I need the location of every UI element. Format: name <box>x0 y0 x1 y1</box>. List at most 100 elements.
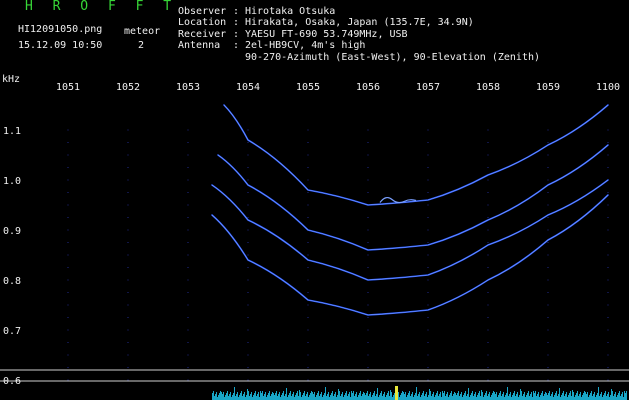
signal-bar-sample <box>249 396 250 400</box>
signal-bar-sample <box>445 396 446 400</box>
signal-bar-sample <box>458 391 459 400</box>
signal-bar-sample <box>471 393 472 400</box>
grid-dot <box>607 142 609 143</box>
grid-dot <box>127 229 129 231</box>
signal-bar-sample <box>537 394 538 400</box>
signal-bar-sample <box>615 392 616 400</box>
signal-bar-sample <box>341 394 342 400</box>
grid-dot <box>187 192 189 193</box>
grid-dot <box>487 354 489 356</box>
signal-bar-sample <box>346 391 347 400</box>
grid-dot <box>247 229 249 231</box>
signal-bar-sample <box>535 391 536 400</box>
grid-dot <box>607 267 609 268</box>
grid-dot <box>307 204 309 206</box>
signal-bar-sample <box>474 394 475 400</box>
signal-bar-sample <box>264 394 265 400</box>
signal-bar-sample <box>510 392 511 400</box>
signal-bar-sample <box>274 395 275 400</box>
signal-bar-sample <box>493 391 494 400</box>
signal-bar-sample <box>600 394 601 400</box>
signal-bar-sample <box>222 394 223 400</box>
signal-bar-sample <box>572 390 573 400</box>
signal-bar-sample <box>452 396 453 400</box>
signal-bar-sample <box>519 395 520 400</box>
signal-bar-sample <box>460 394 461 400</box>
signal-bar-sample <box>494 392 495 400</box>
signal-bar-sample <box>352 393 353 400</box>
signal-bar-sample <box>398 392 399 400</box>
signal-bar-sample <box>288 395 289 400</box>
grid-dot <box>607 354 609 356</box>
signal-bar-sample <box>368 396 369 400</box>
signal-bar-sample <box>272 392 273 400</box>
grid-dot <box>127 217 129 218</box>
signal-bar-sample <box>299 390 300 400</box>
signal-bar-sample <box>319 396 320 400</box>
signal-bar-sample <box>484 395 485 400</box>
grid-dot <box>307 367 309 368</box>
signal-bar-sample <box>450 393 451 400</box>
signal-bar-sample <box>487 396 488 400</box>
grid-dot <box>67 179 69 181</box>
signal-bar-sample <box>501 396 502 400</box>
signal-bar-sample <box>526 395 527 400</box>
grid-dot <box>487 317 489 318</box>
grid-dot <box>187 154 189 156</box>
grid-dot <box>127 167 129 168</box>
grid-dot <box>487 292 489 293</box>
signal-bar-sample <box>516 394 517 400</box>
signal-bar-sample <box>233 393 234 400</box>
signal-bar-sample <box>375 396 376 400</box>
signal-bar-sample <box>337 395 338 400</box>
grid-dot <box>607 279 609 281</box>
grid-dot <box>307 179 309 181</box>
signal-bar-sample <box>303 393 304 400</box>
grid-dot <box>367 292 369 293</box>
signal-bar-sample <box>617 395 618 400</box>
signal-bar-sample <box>258 392 259 400</box>
grid-dot <box>307 342 309 343</box>
signal-bar-sample <box>596 395 597 400</box>
signal-bar-sample <box>401 393 402 400</box>
signal-bar-sample <box>247 389 248 400</box>
time-tick-label: 1056 <box>356 82 380 93</box>
grid-dot <box>367 179 369 181</box>
grid-dot <box>547 292 549 293</box>
grid-dot <box>547 204 549 206</box>
signal-bar-sample <box>265 392 266 400</box>
signal-bar-sample <box>605 391 606 400</box>
signal-bar-sample <box>414 395 415 400</box>
grid-dot <box>487 204 489 206</box>
signal-bar-sample <box>334 394 335 400</box>
signal-bar-sample <box>520 389 521 400</box>
signal-bar-sample <box>538 392 539 400</box>
signal-bar-sample <box>263 396 264 400</box>
grid-dot <box>427 367 429 368</box>
grid-dot <box>307 192 309 193</box>
signal-bar-sample <box>407 395 408 400</box>
signal-bar-sample <box>339 391 340 400</box>
signal-bar-sample <box>485 393 486 400</box>
signal-bar-sample <box>358 395 359 400</box>
signal-bar-sample <box>601 392 602 400</box>
grid-dot <box>247 354 249 356</box>
signal-bar-sample <box>367 391 368 400</box>
signal-bar-sample <box>506 393 507 400</box>
frequency-axis-labels: 1.1 1.0 0.9 0.8 0.7 0.6 <box>3 126 21 387</box>
signal-bar-sample <box>607 394 608 400</box>
signal-bar-sample <box>356 392 357 400</box>
signal-bar-sample <box>459 396 460 400</box>
signal-bar-sample <box>290 391 291 400</box>
signal-bar-sample <box>491 395 492 400</box>
signal-bar-sample <box>446 394 447 400</box>
signal-bar-sample <box>361 396 362 400</box>
signal-bar-sample <box>559 388 560 400</box>
grid-dot <box>607 329 609 331</box>
grid-dot <box>307 292 309 293</box>
grid-dot <box>607 217 609 218</box>
signal-bar-sample <box>523 394 524 400</box>
grid-dot <box>127 129 129 131</box>
grid-dot <box>547 142 549 143</box>
signal-bar-sample <box>332 391 333 400</box>
